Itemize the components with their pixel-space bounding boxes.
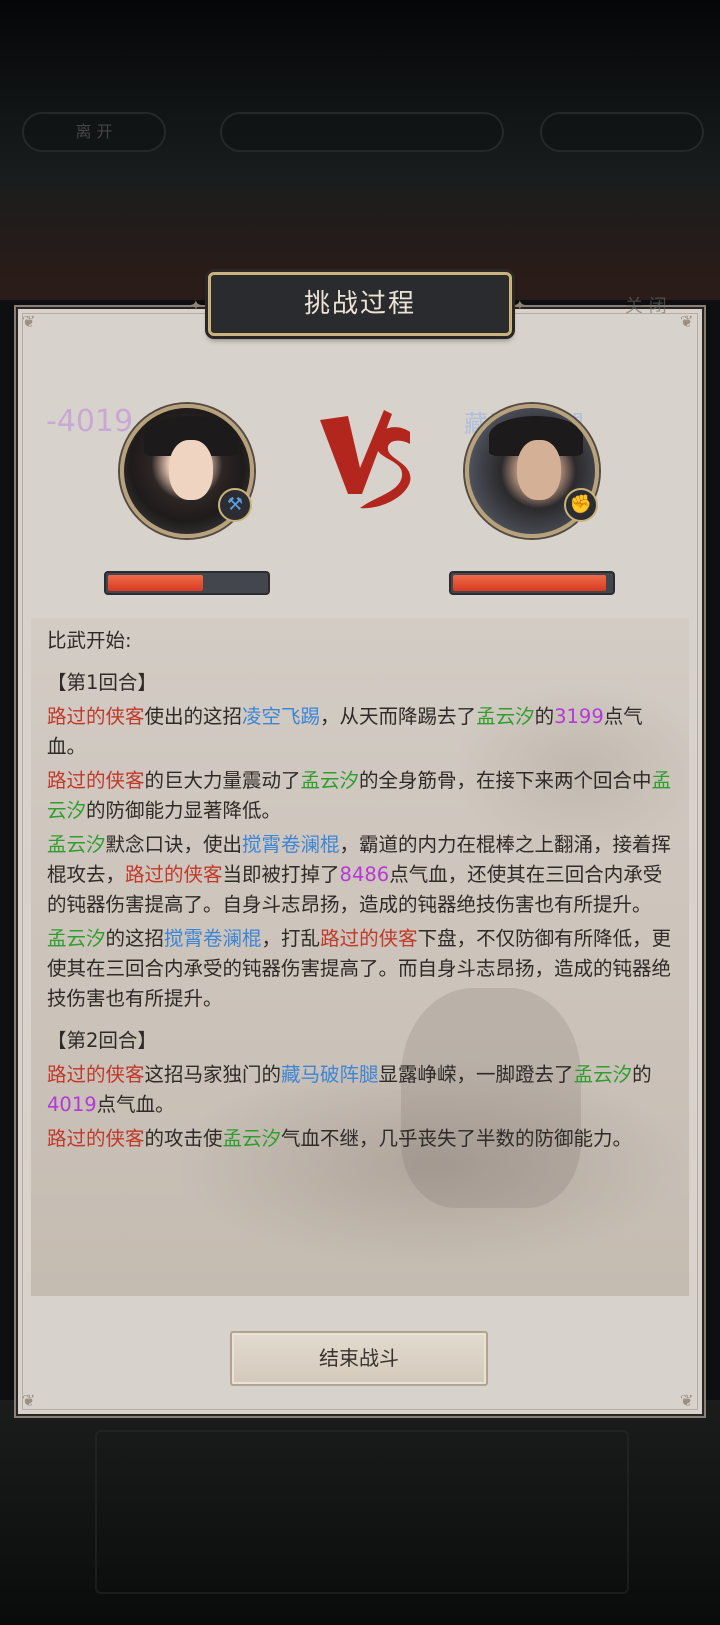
battle-log[interactable]: 比武开始: 【第1回合】 路过的侠客使出的这招凌空飞踢，从天而降踢去了孟云汐的3… xyxy=(31,618,689,1296)
log-entry: 孟云汐的这招搅霄卷澜棍，打乱路过的侠客下盘，不仅防御有所降低，更使其在三回合内承… xyxy=(47,927,672,1010)
left-hp-bar xyxy=(104,571,270,595)
hammer-badge-icon: ⚒ xyxy=(218,488,252,522)
round-header: 【第1回合】 xyxy=(47,671,157,694)
title-ornament-icon: ✦ xyxy=(514,298,526,314)
corner-ornament-icon: ❦ xyxy=(22,312,36,331)
log-start: 比武开始: xyxy=(47,629,132,652)
vs-emblem: VS xyxy=(318,398,418,518)
end-battle-button[interactable]: 结束战斗 xyxy=(230,1331,488,1386)
leave-button[interactable]: 离 开 xyxy=(22,112,166,152)
background-bottom xyxy=(0,1400,720,1625)
close-button-behind: 关 闭 xyxy=(625,296,667,317)
log-entry: 路过的侠客的攻击使孟云汐气血不继，几乎丧失了半数的防御能力。 xyxy=(47,1127,633,1150)
corner-ornament-icon: ❦ xyxy=(680,1391,694,1410)
log-entry: 路过的侠客使出的这招凌空飞踢，从天而降踢去了孟云汐的3199点气血。 xyxy=(47,705,643,758)
dialog-title: 挑战过程 xyxy=(208,272,512,336)
log-entry: 路过的侠客这招马家独门的藏马破阵腿显露峥嵘，一脚蹬去了孟云汐的4019点气血。 xyxy=(47,1063,652,1116)
title-ornament-icon: ✦ xyxy=(190,298,202,314)
floating-damage-number: -4019 xyxy=(46,404,134,439)
log-entry: 路过的侠客的巨大力量震动了孟云汐的全身筋骨，在接下来两个回合中孟云汐的防御能力显… xyxy=(47,769,672,822)
vs-icon: VS xyxy=(320,410,411,509)
corner-ornament-icon: ❦ xyxy=(22,1391,36,1410)
top-right-button[interactable] xyxy=(540,112,704,152)
corner-ornament-icon: ❦ xyxy=(680,312,694,331)
right-hp-bar xyxy=(449,571,615,595)
top-center-tab[interactable] xyxy=(220,112,504,152)
fist-badge-icon: ✊ xyxy=(564,488,598,522)
round-header: 【第2回合】 xyxy=(47,1029,157,1052)
log-entry: 孟云汐默念口诀，使出搅霄卷澜棍，霸道的内力在棍棒之上翻涌，接着挥棍攻去，路过的侠… xyxy=(47,833,672,916)
